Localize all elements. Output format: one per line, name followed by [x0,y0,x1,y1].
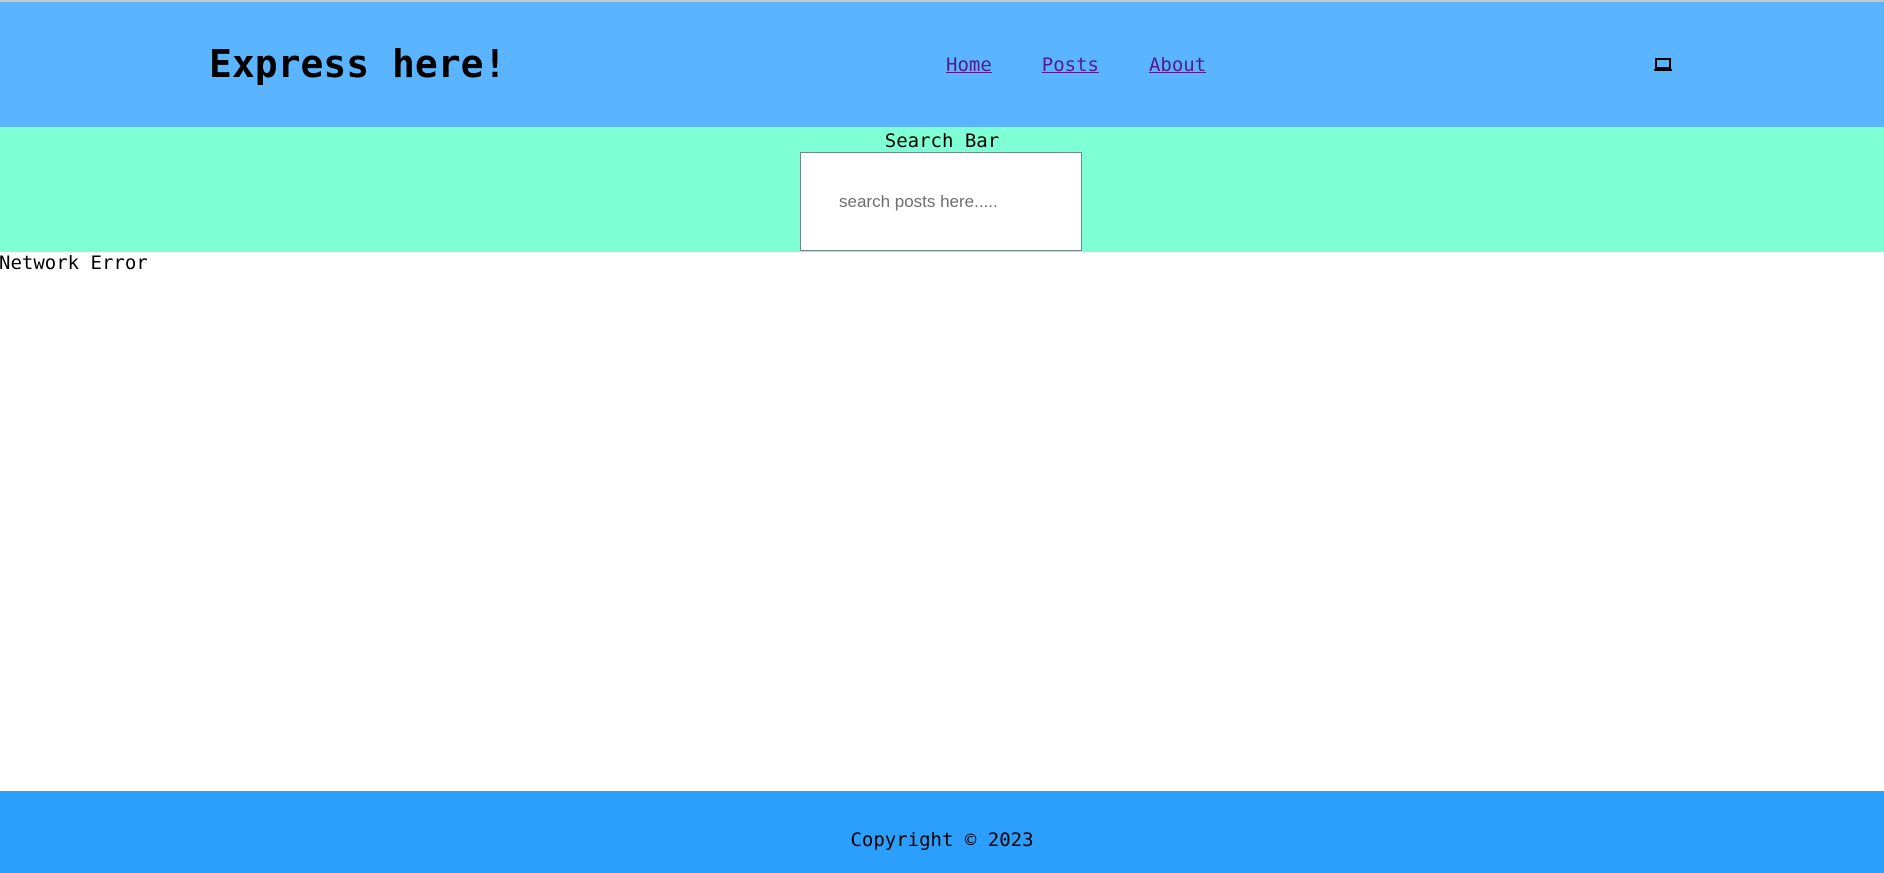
search-section: Search Bar [0,127,1884,252]
error-message: Network Error [0,252,148,274]
search-input[interactable] [800,152,1082,251]
nav-link-home[interactable]: Home [946,54,992,76]
main-nav: Home Posts About [946,54,1206,76]
laptop-icon[interactable] [1653,57,1673,73]
site-header: Express here! Home Posts About [0,2,1884,127]
nav-link-about[interactable]: About [1149,54,1206,76]
site-footer: Copyright © 2023 [0,791,1884,873]
nav-link-posts[interactable]: Posts [1042,54,1099,76]
copyright-text: Copyright © 2023 [850,829,1034,851]
search-label: Search Bar [884,130,1000,152]
site-title: Express here! [209,42,507,86]
